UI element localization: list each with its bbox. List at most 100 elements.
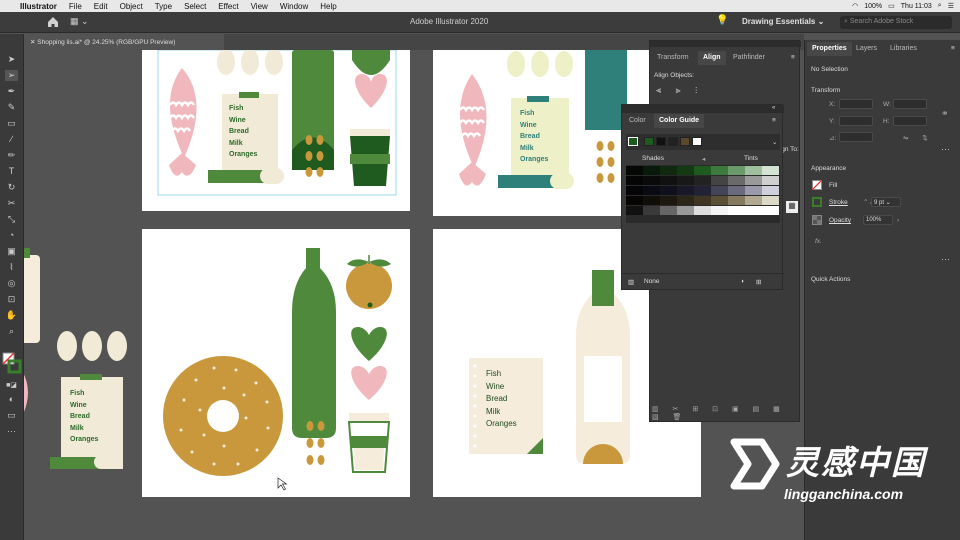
menu-app-name[interactable]: Illustrator [14,2,63,11]
artboard-tool-icon[interactable]: ⊡ [5,294,18,305]
chevron-down-icon[interactable]: ⌄ [772,138,777,146]
shape-builder-tool-icon[interactable]: ◔ [5,230,18,241]
list-item: Milk [486,406,501,416]
rotate-field[interactable] [839,132,873,142]
chevron-right-icon[interactable]: › [897,217,899,224]
color-swatch[interactable] [668,137,678,146]
stroke-label[interactable]: Stroke [829,199,848,206]
fill-swatch-icon[interactable] [812,180,822,190]
menu-help[interactable]: Help [314,2,342,11]
edit-colors-icon[interactable]: ◑ [740,278,744,285]
type-tool-icon[interactable]: T [5,166,18,177]
menu-effect[interactable]: Effect [212,2,244,11]
wifi-icon[interactable]: ◠ [852,2,858,10]
color-swatch[interactable] [692,137,702,146]
lightbulb-icon[interactable]: 💡 [716,15,728,26]
menu-select[interactable]: Select [178,2,212,11]
tab-align[interactable]: Align [698,51,726,65]
artboard-1[interactable] [142,50,410,211]
fx-button[interactable]: fx. [815,238,822,245]
workspace-switcher[interactable]: Drawing Essentials ⌄ [742,17,824,26]
selection-tool-icon[interactable]: ➤ [5,54,18,65]
collapse-icon[interactable]: « [772,105,775,111]
scissors-tool-icon[interactable]: ✂ [5,198,18,209]
color-mode-icon[interactable]: ■◪ [5,380,18,391]
opacity-field[interactable]: 100% [863,215,893,225]
color-variations-grid[interactable] [626,165,780,223]
macos-menubar: Illustrator File Edit Object Type Select… [0,0,960,12]
stock-search-input[interactable]: ⌕ Search Adobe Stock [840,16,952,29]
menu-list-icon[interactable]: ☰ [948,2,954,10]
tab-layers[interactable]: Layers [851,42,882,56]
menu-edit[interactable]: Edit [88,2,114,11]
stroke-weight-field[interactable]: 9 pt ⌄ [871,197,901,207]
y-field[interactable] [839,116,873,126]
watermark-chinese: 灵感中国 [786,444,926,481]
pencil-tool-icon[interactable]: ✏ [5,150,18,161]
paintbrush-tool-icon[interactable]: ∕ [5,134,18,145]
panel-menu-icon[interactable]: ≡ [791,54,795,61]
opacity-label[interactable]: Opacity [829,217,851,224]
eyedropper-tool-icon[interactable]: ⌇ [5,262,18,273]
flip-icons[interactable]: ⇋ ⇅ [903,134,934,142]
draw-mode-icon[interactable]: ◐ [5,394,18,405]
panel-grip[interactable] [650,41,801,47]
tab-properties[interactable]: Properties [807,42,852,56]
stroke-swatch-icon[interactable] [812,197,822,207]
gradient-tool-icon[interactable]: ▣ [5,246,18,257]
direct-selection-tool-icon[interactable]: ➢ [5,70,18,81]
color-swatch[interactable] [680,137,690,146]
menu-object[interactable]: Object [114,2,149,11]
rotate-tool-icon[interactable]: ↻ [5,182,18,193]
panel-menu-icon[interactable]: ≡ [772,117,776,124]
tab-color[interactable]: Color [624,114,651,128]
tab-transform[interactable]: Transform [652,51,694,65]
opacity-icon [812,215,822,225]
panel-menu-icon[interactable]: ≡ [951,45,955,52]
list-item: Bread [229,128,249,135]
curvature-tool-icon[interactable]: ✎ [5,102,18,113]
tab-pathfinder[interactable]: Pathfinder [728,51,770,65]
shopping-list-1: Fish Wine Bread Milk Oranges [229,103,257,161]
fill-stroke-icon[interactable] [2,352,22,374]
spotlight-icon[interactable]: ⌕ [938,2,942,10]
align-to-artboard-icon[interactable]: ▦ [786,201,798,213]
menu-view[interactable]: View [245,2,274,11]
home-icon[interactable] [46,15,60,29]
menu-file[interactable]: File [63,2,88,11]
blend-tool-icon[interactable]: ◎ [5,278,18,289]
more-tools-icon[interactable]: ··· [5,426,18,437]
list-item: Oranges [486,419,517,428]
menu-type[interactable]: Type [149,2,178,11]
scale-tool-icon[interactable]: ⤡ [5,214,18,225]
rectangle-tool-icon[interactable]: ▭ [5,118,18,129]
tab-libraries[interactable]: Libraries [885,42,922,56]
hand-tool-icon[interactable]: ✋ [5,310,18,321]
constrain-proportions-icon[interactable]: ⚭ [941,108,949,119]
artboard-3[interactable] [142,229,410,497]
color-swatch[interactable] [644,137,654,146]
list-item: Wine [229,116,246,124]
save-group-icon[interactable]: ⊞ [756,278,761,286]
color-swatch[interactable] [656,137,666,146]
width-field[interactable] [893,99,927,109]
battery-icon[interactable]: ▭ [888,2,895,10]
base-color-swatch[interactable] [628,137,638,146]
more-options-icon[interactable]: ··· [941,144,950,154]
arrange-documents-icon[interactable]: ▦ ⌄ [70,16,89,27]
screen-mode-icon[interactable]: ▭ [5,410,18,421]
panel-grip[interactable] [622,105,784,113]
menu-window[interactable]: Window [274,2,314,11]
clock[interactable]: Thu 11:03 [901,3,932,10]
tab-color-guide[interactable]: Color Guide [654,114,705,128]
document-tab[interactable]: ✕ Shopping lis.ai* @ 24.25% (RGB/GPU Pre… [24,34,224,50]
harmony-colors[interactable]: ⌄ [626,134,780,150]
zoom-tool-icon[interactable]: ⌕ [5,326,18,337]
height-field[interactable] [893,116,927,126]
more-options-icon[interactable]: ··· [941,254,950,264]
x-field[interactable] [839,99,873,109]
align-buttons[interactable]: ⫷ ⫸ ⫶ [656,85,703,96]
swatch-library-icon[interactable]: ▥ [628,278,634,286]
panel-footer-icons[interactable]: ▥ ✂ ⊞ ⊡ ▣ ▤ ▦ ▧ 🗑 [652,405,798,421]
pen-tool-icon[interactable]: ✒ [5,86,18,97]
